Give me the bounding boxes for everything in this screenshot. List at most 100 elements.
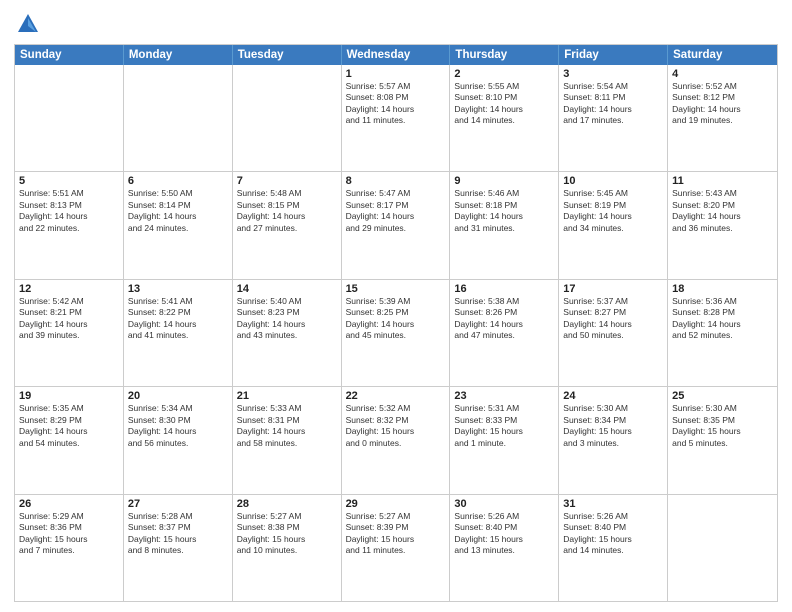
calendar-cell-5: 5Sunrise: 5:51 AM Sunset: 8:13 PM Daylig…	[15, 172, 124, 278]
calendar-cell-26: 26Sunrise: 5:29 AM Sunset: 8:36 PM Dayli…	[15, 495, 124, 601]
header-day-wednesday: Wednesday	[342, 45, 451, 65]
day-info: Sunrise: 5:40 AM Sunset: 8:23 PM Dayligh…	[237, 296, 337, 342]
day-number: 9	[454, 175, 554, 187]
calendar-cell-9: 9Sunrise: 5:46 AM Sunset: 8:18 PM Daylig…	[450, 172, 559, 278]
calendar-cell-15: 15Sunrise: 5:39 AM Sunset: 8:25 PM Dayli…	[342, 280, 451, 386]
calendar-cell-31: 31Sunrise: 5:26 AM Sunset: 8:40 PM Dayli…	[559, 495, 668, 601]
calendar-cell-14: 14Sunrise: 5:40 AM Sunset: 8:23 PM Dayli…	[233, 280, 342, 386]
day-info: Sunrise: 5:27 AM Sunset: 8:38 PM Dayligh…	[237, 511, 337, 557]
calendar-cell-7: 7Sunrise: 5:48 AM Sunset: 8:15 PM Daylig…	[233, 172, 342, 278]
header-day-thursday: Thursday	[450, 45, 559, 65]
day-number: 13	[128, 283, 228, 295]
day-number: 8	[346, 175, 446, 187]
calendar-body: 1Sunrise: 5:57 AM Sunset: 8:08 PM Daylig…	[15, 65, 777, 601]
day-info: Sunrise: 5:34 AM Sunset: 8:30 PM Dayligh…	[128, 403, 228, 449]
header	[14, 10, 778, 38]
day-info: Sunrise: 5:42 AM Sunset: 8:21 PM Dayligh…	[19, 296, 119, 342]
day-info: Sunrise: 5:26 AM Sunset: 8:40 PM Dayligh…	[563, 511, 663, 557]
calendar-cell-empty-4-6	[668, 495, 777, 601]
calendar-cell-22: 22Sunrise: 5:32 AM Sunset: 8:32 PM Dayli…	[342, 387, 451, 493]
calendar-cell-20: 20Sunrise: 5:34 AM Sunset: 8:30 PM Dayli…	[124, 387, 233, 493]
day-number: 2	[454, 68, 554, 80]
day-number: 6	[128, 175, 228, 187]
calendar-cell-17: 17Sunrise: 5:37 AM Sunset: 8:27 PM Dayli…	[559, 280, 668, 386]
day-info: Sunrise: 5:46 AM Sunset: 8:18 PM Dayligh…	[454, 188, 554, 234]
day-info: Sunrise: 5:35 AM Sunset: 8:29 PM Dayligh…	[19, 403, 119, 449]
page: SundayMondayTuesdayWednesdayThursdayFrid…	[0, 0, 792, 612]
calendar-cell-3: 3Sunrise: 5:54 AM Sunset: 8:11 PM Daylig…	[559, 65, 668, 171]
day-info: Sunrise: 5:28 AM Sunset: 8:37 PM Dayligh…	[128, 511, 228, 557]
calendar-cell-19: 19Sunrise: 5:35 AM Sunset: 8:29 PM Dayli…	[15, 387, 124, 493]
day-info: Sunrise: 5:47 AM Sunset: 8:17 PM Dayligh…	[346, 188, 446, 234]
day-number: 19	[19, 390, 119, 402]
header-day-tuesday: Tuesday	[233, 45, 342, 65]
header-day-saturday: Saturday	[668, 45, 777, 65]
calendar-cell-30: 30Sunrise: 5:26 AM Sunset: 8:40 PM Dayli…	[450, 495, 559, 601]
calendar-cell-1: 1Sunrise: 5:57 AM Sunset: 8:08 PM Daylig…	[342, 65, 451, 171]
calendar-cell-12: 12Sunrise: 5:42 AM Sunset: 8:21 PM Dayli…	[15, 280, 124, 386]
day-number: 18	[672, 283, 773, 295]
day-number: 12	[19, 283, 119, 295]
day-info: Sunrise: 5:36 AM Sunset: 8:28 PM Dayligh…	[672, 296, 773, 342]
calendar-cell-27: 27Sunrise: 5:28 AM Sunset: 8:37 PM Dayli…	[124, 495, 233, 601]
header-day-monday: Monday	[124, 45, 233, 65]
day-number: 20	[128, 390, 228, 402]
calendar-cell-8: 8Sunrise: 5:47 AM Sunset: 8:17 PM Daylig…	[342, 172, 451, 278]
calendar-cell-6: 6Sunrise: 5:50 AM Sunset: 8:14 PM Daylig…	[124, 172, 233, 278]
calendar-cell-empty-0-1	[124, 65, 233, 171]
logo-icon	[14, 10, 42, 38]
calendar-cell-16: 16Sunrise: 5:38 AM Sunset: 8:26 PM Dayli…	[450, 280, 559, 386]
day-number: 17	[563, 283, 663, 295]
calendar-cell-29: 29Sunrise: 5:27 AM Sunset: 8:39 PM Dayli…	[342, 495, 451, 601]
day-number: 14	[237, 283, 337, 295]
day-info: Sunrise: 5:55 AM Sunset: 8:10 PM Dayligh…	[454, 81, 554, 127]
day-info: Sunrise: 5:27 AM Sunset: 8:39 PM Dayligh…	[346, 511, 446, 557]
day-number: 3	[563, 68, 663, 80]
day-number: 27	[128, 498, 228, 510]
day-info: Sunrise: 5:51 AM Sunset: 8:13 PM Dayligh…	[19, 188, 119, 234]
day-number: 21	[237, 390, 337, 402]
calendar-week-3: 19Sunrise: 5:35 AM Sunset: 8:29 PM Dayli…	[15, 386, 777, 493]
day-info: Sunrise: 5:30 AM Sunset: 8:34 PM Dayligh…	[563, 403, 663, 449]
day-info: Sunrise: 5:39 AM Sunset: 8:25 PM Dayligh…	[346, 296, 446, 342]
day-info: Sunrise: 5:33 AM Sunset: 8:31 PM Dayligh…	[237, 403, 337, 449]
calendar-header: SundayMondayTuesdayWednesdayThursdayFrid…	[15, 45, 777, 65]
day-number: 5	[19, 175, 119, 187]
calendar-cell-24: 24Sunrise: 5:30 AM Sunset: 8:34 PM Dayli…	[559, 387, 668, 493]
calendar-cell-28: 28Sunrise: 5:27 AM Sunset: 8:38 PM Dayli…	[233, 495, 342, 601]
day-info: Sunrise: 5:30 AM Sunset: 8:35 PM Dayligh…	[672, 403, 773, 449]
day-number: 26	[19, 498, 119, 510]
calendar-week-4: 26Sunrise: 5:29 AM Sunset: 8:36 PM Dayli…	[15, 494, 777, 601]
calendar-week-1: 5Sunrise: 5:51 AM Sunset: 8:13 PM Daylig…	[15, 171, 777, 278]
calendar-cell-empty-0-2	[233, 65, 342, 171]
calendar-cell-23: 23Sunrise: 5:31 AM Sunset: 8:33 PM Dayli…	[450, 387, 559, 493]
day-number: 23	[454, 390, 554, 402]
day-info: Sunrise: 5:50 AM Sunset: 8:14 PM Dayligh…	[128, 188, 228, 234]
calendar-week-2: 12Sunrise: 5:42 AM Sunset: 8:21 PM Dayli…	[15, 279, 777, 386]
day-info: Sunrise: 5:41 AM Sunset: 8:22 PM Dayligh…	[128, 296, 228, 342]
logo	[14, 10, 46, 38]
day-number: 4	[672, 68, 773, 80]
calendar-cell-10: 10Sunrise: 5:45 AM Sunset: 8:19 PM Dayli…	[559, 172, 668, 278]
day-info: Sunrise: 5:32 AM Sunset: 8:32 PM Dayligh…	[346, 403, 446, 449]
day-number: 25	[672, 390, 773, 402]
calendar-week-0: 1Sunrise: 5:57 AM Sunset: 8:08 PM Daylig…	[15, 65, 777, 171]
day-number: 31	[563, 498, 663, 510]
day-info: Sunrise: 5:31 AM Sunset: 8:33 PM Dayligh…	[454, 403, 554, 449]
header-day-friday: Friday	[559, 45, 668, 65]
day-number: 28	[237, 498, 337, 510]
calendar-cell-13: 13Sunrise: 5:41 AM Sunset: 8:22 PM Dayli…	[124, 280, 233, 386]
header-day-sunday: Sunday	[15, 45, 124, 65]
calendar: SundayMondayTuesdayWednesdayThursdayFrid…	[14, 44, 778, 602]
day-info: Sunrise: 5:48 AM Sunset: 8:15 PM Dayligh…	[237, 188, 337, 234]
calendar-cell-2: 2Sunrise: 5:55 AM Sunset: 8:10 PM Daylig…	[450, 65, 559, 171]
day-number: 16	[454, 283, 554, 295]
day-number: 10	[563, 175, 663, 187]
day-number: 24	[563, 390, 663, 402]
calendar-cell-25: 25Sunrise: 5:30 AM Sunset: 8:35 PM Dayli…	[668, 387, 777, 493]
day-number: 30	[454, 498, 554, 510]
day-info: Sunrise: 5:43 AM Sunset: 8:20 PM Dayligh…	[672, 188, 773, 234]
day-info: Sunrise: 5:37 AM Sunset: 8:27 PM Dayligh…	[563, 296, 663, 342]
day-info: Sunrise: 5:45 AM Sunset: 8:19 PM Dayligh…	[563, 188, 663, 234]
calendar-cell-18: 18Sunrise: 5:36 AM Sunset: 8:28 PM Dayli…	[668, 280, 777, 386]
